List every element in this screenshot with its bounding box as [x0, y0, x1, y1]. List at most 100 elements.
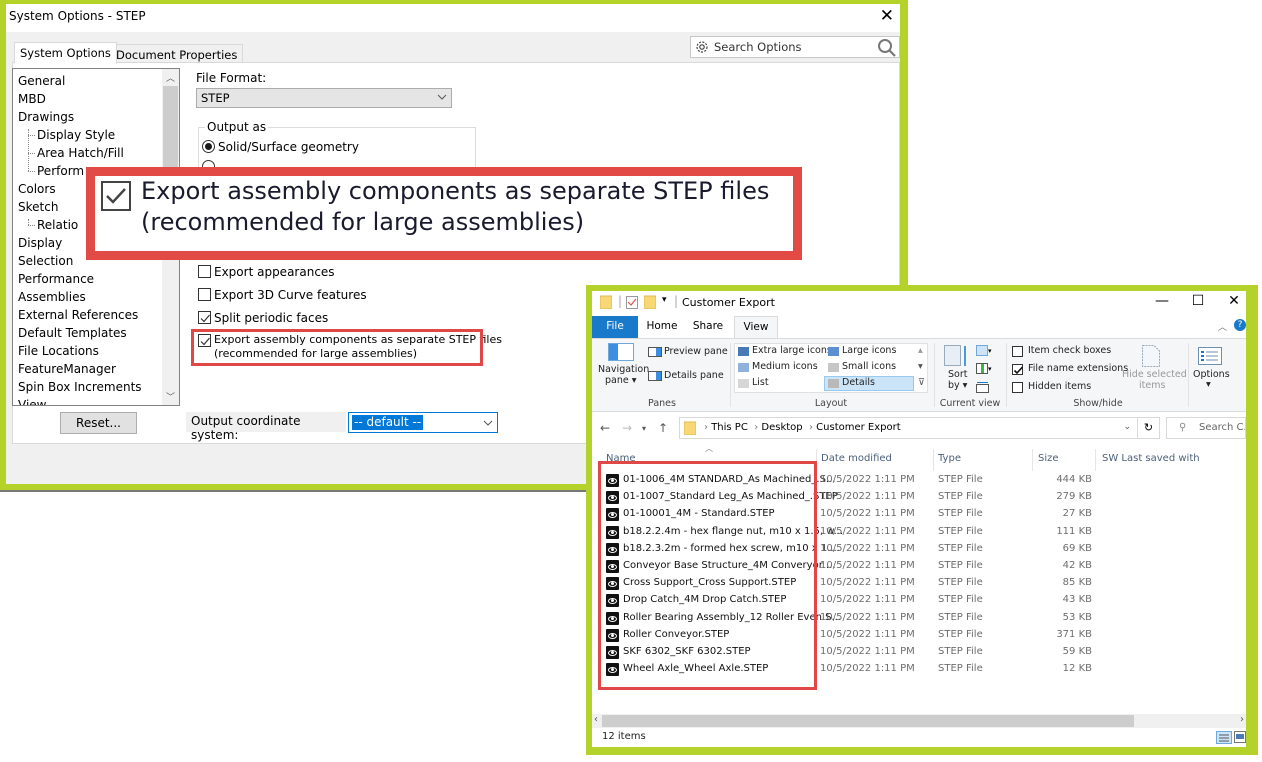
recent-locations-icon[interactable]: ▾ [642, 424, 646, 433]
tree-item-colors[interactable]: Colors [18, 181, 56, 197]
scroll-left-icon[interactable]: ‹ [594, 714, 598, 725]
file-row[interactable]: SKF 6302_SKF 6302.STEP 10/5/2022 1:11 PM S… [606, 644, 1246, 661]
column-header-size[interactable]: Size [1038, 453, 1059, 464]
new-folder-icon[interactable] [644, 295, 656, 309]
back-arrow-icon[interactable]: ← [600, 421, 610, 435]
scrollbar-thumb[interactable] [602, 715, 1134, 727]
address-bar[interactable]: › This PC › Desktop › Customer Export ⌄ [679, 417, 1138, 439]
tree-item-view[interactable]: View [18, 397, 46, 405]
hidden-items-checkbox[interactable] [1012, 382, 1023, 393]
file-row[interactable]: Drop Catch_4M Drop Catch.STEP 10/5/2022 1… [606, 592, 1246, 609]
group-by-icon[interactable]: ▾ [976, 345, 992, 357]
close-icon[interactable]: ✕ [880, 6, 894, 26]
item-check-boxes-checkbox[interactable] [1012, 346, 1023, 357]
layout-medium-icons[interactable]: Medium icons [752, 361, 818, 372]
tree-item-mbd[interactable]: MBD [18, 91, 46, 107]
scroll-right-icon[interactable]: › [1240, 714, 1244, 725]
tree-item-general[interactable]: General [18, 73, 65, 89]
layout-scroll-down-icon[interactable]: ▾ [918, 361, 923, 372]
column-header-sw-last-saved[interactable]: SW Last saved with [1102, 453, 1200, 464]
sort-by-label[interactable]: Sort [948, 369, 967, 380]
sort-by-label-2[interactable]: by ▾ [948, 380, 967, 391]
tab-view[interactable]: View [734, 316, 778, 338]
column-header-date-modified[interactable]: Date modified [821, 453, 892, 464]
tree-item-area-hatch[interactable]: Area Hatch/Fill [28, 145, 124, 161]
close-button[interactable]: ✕ [1219, 293, 1246, 309]
options-dropdown-icon[interactable]: ▾ [1206, 379, 1211, 390]
file-row[interactable]: 01-10001_4M - Standard.STEP 10/5/2022 1:1… [606, 506, 1246, 523]
tree-item-selection[interactable]: Selection [18, 253, 73, 269]
tree-item-spin-box-increments[interactable]: Spin Box Increments [18, 379, 142, 395]
file-row[interactable]: 01-1007_Standard Leg_As Machined_.STEP 10… [606, 489, 1246, 506]
layout-small-icons[interactable]: Small icons [842, 361, 896, 372]
scroll-down-icon[interactable]: ﹀ [162, 390, 179, 403]
column-divider[interactable] [816, 449, 817, 471]
maximize-button[interactable]: ☐ [1183, 293, 1213, 309]
options-button[interactable]: Options [1193, 369, 1230, 380]
preview-pane-button[interactable]: Preview pane [664, 346, 728, 357]
layout-scroll-up-icon[interactable]: ▴ [918, 345, 923, 356]
layout-large-icons[interactable]: Large icons [842, 345, 896, 356]
export-appearances-checkbox[interactable] [198, 265, 211, 278]
tree-item-file-locations[interactable]: File Locations [18, 343, 99, 359]
file-row[interactable]: Roller Bearing Assembly_12 Roller Even.S… [606, 610, 1246, 627]
tree-item-default-templates[interactable]: Default Templates [18, 325, 127, 341]
tree-item-sketch[interactable]: Sketch [18, 199, 58, 215]
refresh-button[interactable]: ↻ [1138, 417, 1160, 439]
search-options-input[interactable]: Search Options [690, 36, 900, 58]
customize-toolbar-icon[interactable]: ▾ [662, 295, 667, 305]
details-view-toggle-icon[interactable] [1216, 731, 1232, 744]
tab-share[interactable]: Share [686, 316, 730, 338]
tree-item-display[interactable]: Display [18, 235, 62, 251]
add-columns-icon[interactable]: ▾ [976, 363, 992, 375]
layout-list[interactable]: List [752, 377, 769, 388]
file-row[interactable]: b18.2.3.2m - formed hex screw, m10 x 1..… [606, 541, 1246, 558]
search-icon[interactable] [877, 38, 897, 58]
tree-item-drawings[interactable]: Drawings [18, 109, 74, 125]
file-row[interactable]: Wheel Axle_Wheel Axle.STEP 10/5/2022 1:11… [606, 661, 1246, 678]
column-divider[interactable] [1032, 449, 1033, 471]
column-header-name[interactable]: Name [606, 453, 636, 464]
split-periodic-faces-checkbox[interactable] [198, 311, 211, 324]
file-row[interactable]: Cross Support_Cross Support.STEP 10/5/202… [606, 575, 1246, 592]
tab-file[interactable]: File [592, 316, 638, 338]
tab-system-options[interactable]: System Options [14, 42, 117, 64]
tree-item-relations[interactable]: Relatio [27, 217, 78, 233]
tree-item-featuremanager[interactable]: FeatureManager [18, 361, 116, 377]
breadcrumb-this-pc[interactable]: This PC [711, 422, 748, 433]
export-3d-curve-checkbox[interactable] [198, 288, 211, 301]
column-header-type[interactable]: Type [938, 453, 961, 464]
address-history-dropdown-icon[interactable]: ⌄ [1123, 422, 1131, 432]
minimize-button[interactable]: — [1147, 293, 1177, 309]
breadcrumb-desktop[interactable]: Desktop [761, 422, 802, 433]
help-icon[interactable]: ? [1234, 319, 1246, 331]
tree-item-display-style[interactable]: Display Style [27, 127, 115, 143]
radio-solid-surface[interactable] [202, 140, 215, 153]
tab-home[interactable]: Home [642, 316, 682, 338]
scroll-up-icon[interactable]: ︿ [162, 71, 179, 84]
reset-button[interactable]: Reset... [60, 412, 137, 434]
layout-extra-large-icons[interactable]: Extra large icons [752, 345, 832, 356]
column-divider[interactable] [1095, 449, 1096, 471]
file-row[interactable]: b18.2.2.4m - hex flange nut, m10 x 1.5, … [606, 524, 1246, 541]
up-arrow-icon[interactable]: ↑ [658, 421, 668, 435]
output-coordinate-select[interactable]: -- default -- [348, 412, 498, 433]
horizontal-scrollbar[interactable]: ‹ › [592, 714, 1246, 728]
file-name-extensions-checkbox[interactable] [1012, 364, 1024, 375]
breadcrumb-customer-export[interactable]: Customer Export [816, 422, 901, 433]
layout-expand-icon[interactable]: ⊽ [918, 377, 925, 388]
hide-selected-items-button[interactable]: Hide selected [1122, 369, 1187, 380]
properties-icon[interactable] [626, 295, 638, 309]
search-box[interactable]: ⚲ Search C... [1166, 417, 1246, 439]
tree-item-performance[interactable]: Performance [18, 271, 94, 287]
details-pane-button[interactable]: Details pane [664, 370, 724, 381]
file-row[interactable]: Roller Conveyor.STEP 10/5/2022 1:11 PM STE… [606, 627, 1246, 644]
size-columns-icon[interactable] [976, 381, 990, 393]
tree-item-external-references[interactable]: External References [18, 307, 138, 323]
collapse-ribbon-icon[interactable]: ︿ [1218, 320, 1227, 333]
file-format-select[interactable]: STEP [196, 88, 452, 108]
tree-item-assemblies[interactable]: Assemblies [18, 289, 86, 305]
tree-item-drawings-performance[interactable]: Perform [27, 163, 84, 179]
forward-arrow-icon[interactable]: → [622, 421, 632, 435]
large-icons-view-toggle-icon[interactable] [1234, 731, 1246, 743]
